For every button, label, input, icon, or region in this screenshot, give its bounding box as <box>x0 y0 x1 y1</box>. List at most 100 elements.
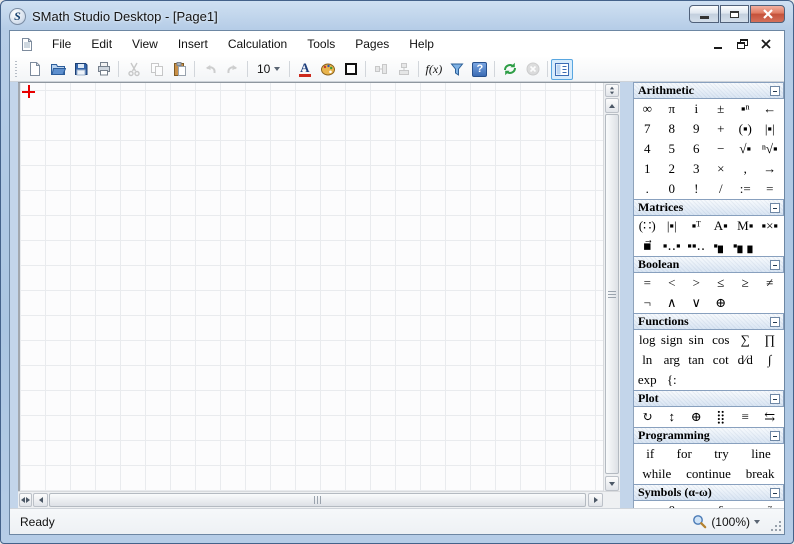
palette-button[interactable]: ≤ <box>709 274 734 292</box>
palette-button[interactable]: 9 <box>684 120 709 138</box>
palette-button[interactable]: |▪| <box>660 217 685 235</box>
worksheet-canvas[interactable] <box>18 83 603 491</box>
menu-item-help[interactable]: Help <box>399 34 444 54</box>
open-button[interactable] <box>46 58 69 80</box>
font-size-value[interactable]: 10 <box>251 62 274 76</box>
palette-button[interactable]: 0 <box>660 180 685 198</box>
palette-button[interactable]: 7 <box>635 120 660 138</box>
title-bar[interactable]: S SMath Studio Desktop - [Page1] <box>1 1 793 31</box>
palette-button[interactable]: < <box>660 274 685 292</box>
palette-button[interactable]: π <box>660 100 685 118</box>
palette-button[interactable]: ∧ <box>660 294 685 312</box>
palette-button[interactable]: ⊕ <box>684 408 709 426</box>
palette-button[interactable]: arg <box>660 351 685 369</box>
align-horizontal-button[interactable] <box>369 58 392 80</box>
new-page-button[interactable] <box>23 58 46 80</box>
save-button[interactable] <box>69 58 92 80</box>
palette-button[interactable]: ≡ <box>733 408 758 426</box>
palette-button[interactable]: for <box>677 445 692 463</box>
collapse-button[interactable] <box>770 393 780 404</box>
function-button[interactable]: f(x) <box>422 58 445 80</box>
palette-button[interactable]: ∞ <box>635 100 660 118</box>
vertical-splitter-button[interactable] <box>605 84 619 97</box>
palette-button[interactable]: while <box>642 465 671 483</box>
palette-button[interactable]: cot <box>709 351 734 369</box>
minimize-button[interactable] <box>689 5 719 23</box>
palette-button[interactable]: ▪⃗ <box>635 237 659 255</box>
collapse-button[interactable] <box>770 430 780 441</box>
menu-item-tools[interactable]: Tools <box>297 34 345 54</box>
palette-button[interactable]: continue <box>686 465 731 483</box>
palette-button[interactable]: ▪ⁿ <box>733 100 758 118</box>
recalculate-button[interactable] <box>498 58 521 80</box>
palette-button[interactable]: |▪| <box>758 120 783 138</box>
palette-button[interactable]: d∕d <box>733 351 758 369</box>
palette-button[interactable]: ≠ <box>758 274 783 292</box>
palette-button[interactable]: √▪ <box>733 140 758 158</box>
palette-button[interactable]: ↻ <box>635 408 660 426</box>
palette-button[interactable]: > <box>684 274 709 292</box>
palette-button[interactable]: = <box>635 274 660 292</box>
palette-button[interactable]: i <box>684 100 709 118</box>
collapse-button[interactable] <box>770 259 780 270</box>
palette-button[interactable]: ← <box>758 100 783 118</box>
palette-button[interactable]: ▪▪‥ <box>684 237 708 255</box>
palette-button[interactable]: / <box>709 180 734 198</box>
paste-button[interactable] <box>168 58 191 80</box>
palette-button[interactable]: sin <box>684 331 709 349</box>
palette-button[interactable]: ▪×▪ <box>758 217 783 235</box>
filter-button[interactable] <box>445 58 468 80</box>
reference-button[interactable]: ? <box>468 58 491 80</box>
menu-item-pages[interactable]: Pages <box>345 34 399 54</box>
palette-button[interactable]: break <box>746 465 775 483</box>
palette-button[interactable]: cos <box>709 331 734 349</box>
redo-button[interactable] <box>221 58 244 80</box>
palette-button[interactable]: ⁿ√▪ <box>758 140 783 158</box>
palette-button[interactable]: ! <box>684 180 709 198</box>
palette-button[interactable]: ↕ <box>660 408 685 426</box>
palette-button[interactable]: 8 <box>660 120 685 138</box>
palette-button[interactable]: ln <box>635 351 660 369</box>
palette-button[interactable]: ≥ <box>733 274 758 292</box>
zoom-control[interactable]: (100%) <box>692 514 774 529</box>
font-size-dropdown-arrow[interactable] <box>274 67 281 71</box>
palette-button[interactable]: 1 <box>635 160 660 178</box>
palette-button[interactable]: ▪▖ <box>708 237 732 255</box>
horizontal-splitter-button[interactable] <box>19 493 32 507</box>
palette-button[interactable]: ▪ᵀ <box>684 217 709 235</box>
palette-button[interactable]: ± <box>709 100 734 118</box>
border-button[interactable] <box>339 58 362 80</box>
palette-button[interactable]: × <box>709 160 734 178</box>
collapse-button[interactable] <box>770 316 780 327</box>
close-button[interactable] <box>750 5 785 23</box>
palette-button[interactable]: . <box>635 180 660 198</box>
palette-button[interactable]: 6 <box>684 140 709 158</box>
palette-button[interactable]: log <box>635 331 660 349</box>
scroll-right-button[interactable] <box>588 493 603 507</box>
interrupt-button[interactable] <box>521 58 544 80</box>
scroll-down-button[interactable] <box>605 476 619 491</box>
collapse-button[interactable] <box>770 85 780 96</box>
palette-button[interactable]: ⇆ <box>758 408 783 426</box>
palette-button[interactable]: → <box>758 160 783 178</box>
palette-button[interactable]: ∫ <box>758 351 783 369</box>
maximize-button[interactable] <box>720 5 749 23</box>
palette-button[interactable]: ∏ <box>758 331 783 349</box>
zoom-dropdown-arrow[interactable] <box>754 519 760 524</box>
scroll-up-button[interactable] <box>605 98 619 113</box>
palette-button[interactable]: line <box>751 445 771 463</box>
color-button[interactable] <box>316 58 339 80</box>
horizontal-scroll-thumb[interactable] <box>49 493 586 507</box>
vertical-scrollbar[interactable] <box>603 83 620 491</box>
palette-button[interactable]: ▪▖▖ <box>733 237 758 255</box>
palette-button[interactable]: ¬ <box>635 294 660 312</box>
palette-button[interactable]: tan <box>684 351 709 369</box>
scroll-left-button[interactable] <box>33 493 48 507</box>
palette-button[interactable]: 2 <box>660 160 685 178</box>
palette-button[interactable]: ⣿ <box>709 408 734 426</box>
undo-button[interactable] <box>198 58 221 80</box>
palette-button[interactable]: (∷) <box>635 217 660 235</box>
palette-button[interactable]: M▪ <box>733 217 758 235</box>
palette-button[interactable]: 4 <box>635 140 660 158</box>
palette-button[interactable]: (▪) <box>733 120 758 138</box>
